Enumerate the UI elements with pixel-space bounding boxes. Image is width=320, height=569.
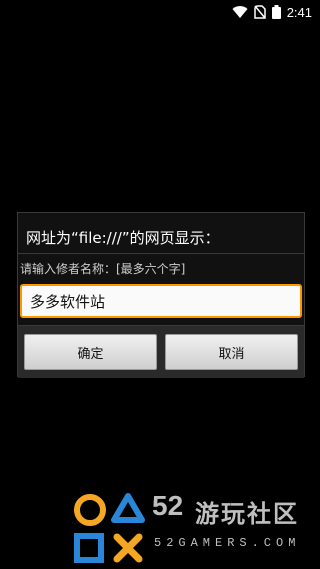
watermark-number: 52	[152, 490, 184, 521]
watermark-chinese: 游玩社区	[195, 500, 299, 528]
prompt-dialog: 网址为“file:///”的网页显示： 请输入修者名称：[最多六个字] 确定 取…	[17, 212, 305, 378]
dialog-title: 网址为“file:///”的网页显示：	[26, 229, 220, 247]
status-bar: 2:41	[0, 0, 320, 24]
dialog-prompt-label: 请输入修者名称：[最多六个字]	[20, 262, 186, 276]
gamepad-buttons-icon	[74, 493, 145, 563]
name-input[interactable]	[20, 284, 302, 318]
status-time: 2:41	[286, 4, 312, 20]
no-sim-icon	[253, 5, 266, 19]
watermark-logo: 52 游玩社区 52GAMERS.COM	[70, 490, 320, 569]
watermark-english: 52GAMERS.COM	[154, 536, 301, 550]
cancel-button[interactable]: 取消	[165, 334, 298, 370]
dialog-divider	[18, 253, 304, 254]
battery-icon	[271, 5, 281, 19]
ok-button[interactable]: 确定	[24, 334, 157, 370]
dialog-button-bar: 确定 取消	[18, 325, 304, 378]
wifi-icon	[232, 6, 248, 19]
status-icons: 2:41	[232, 4, 312, 20]
